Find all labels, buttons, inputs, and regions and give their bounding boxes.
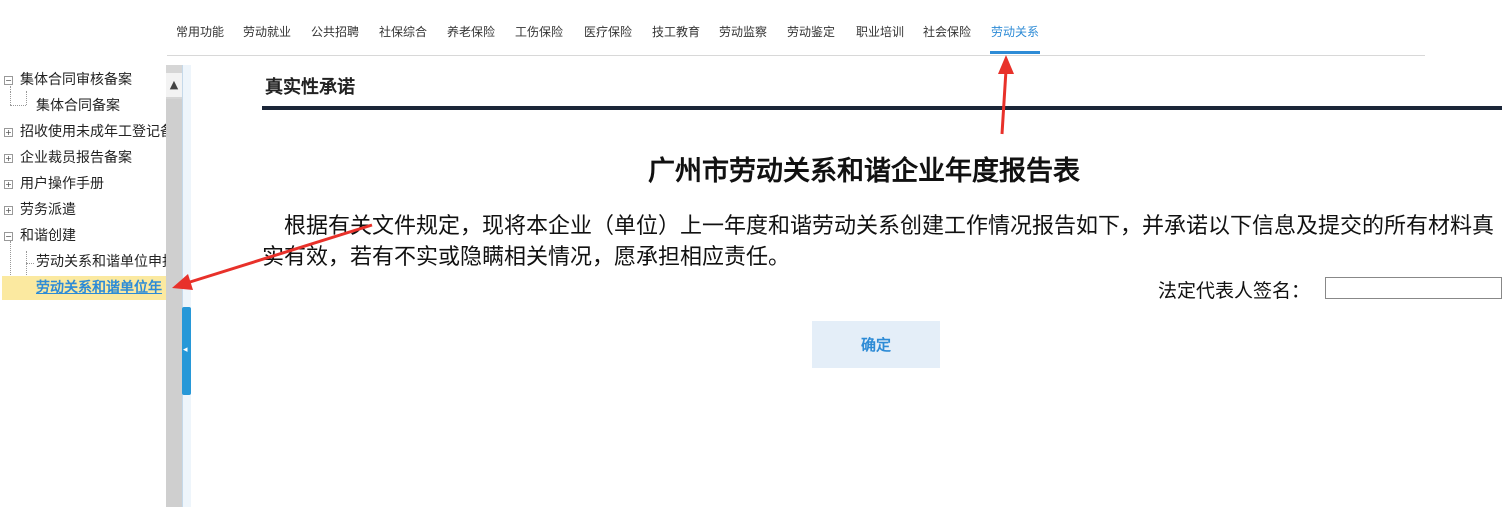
sidebar-tree: − 集体合同审核备案 集体合同备案 + 招收使用未成年工登记备 + 企业裁员报告… (0, 65, 166, 507)
nav-item-work-injury[interactable]: 工伤保险 (515, 22, 563, 42)
scroll-up-arrow-icon[interactable]: ▲ (166, 73, 182, 97)
tree-node-label: 劳务派遣 (20, 202, 76, 218)
tree-node-label: 劳动关系和谐单位年 (36, 280, 162, 296)
collapse-sidebar-handle[interactable]: ◂ (182, 307, 191, 395)
tree-node-label: 集体合同备案 (36, 98, 120, 114)
nav-item-medical[interactable]: 医疗保险 (584, 22, 632, 42)
tree-node-harmony-unit-annual[interactable]: 劳动关系和谐单位年 (36, 276, 162, 300)
confirm-button[interactable]: 确定 (812, 321, 940, 368)
tree-node-label: 用户操作手册 (20, 176, 104, 192)
nav-item-social-insurance[interactable]: 社会保险 (923, 22, 971, 42)
collapse-toggle-icon[interactable]: − (4, 76, 13, 85)
tree-node-harmony-unit-application[interactable]: 劳动关系和谐单位申报 (36, 250, 166, 274)
signature-input[interactable] (1325, 277, 1502, 299)
scroll-thumb[interactable] (166, 99, 182, 507)
nav-item-social-security[interactable]: 社保综合 (379, 22, 427, 42)
signature-label: 法定代表人签名： (1158, 280, 1311, 302)
expand-toggle-icon[interactable]: + (4, 128, 13, 137)
panel-splitter[interactable] (182, 65, 191, 507)
expand-toggle-icon[interactable]: + (4, 180, 13, 189)
nav-item-technical-education[interactable]: 技工教育 (652, 22, 700, 42)
tree-connector (10, 105, 26, 106)
tree-node-collective-contract-filing[interactable]: 集体合同备案 (36, 94, 120, 118)
annotation-arrow-up (998, 55, 1014, 135)
collapse-toggle-icon[interactable]: − (4, 232, 13, 241)
nav-divider (167, 55, 1425, 56)
tree-node-label: 招收使用未成年工登记备 (20, 124, 166, 140)
nav-item-labor-appraisal[interactable]: 劳动鉴定 (787, 22, 835, 42)
tree-connector (10, 91, 11, 105)
expand-toggle-icon[interactable]: + (4, 154, 13, 163)
tree-connector (26, 91, 27, 105)
tree-node-label: 企业裁员报告备案 (20, 150, 132, 166)
top-nav: 常用功能 劳动就业 公共招聘 社保综合 养老保险 工伤保险 医疗保险 技工教育 … (0, 0, 1502, 56)
nav-item-labor-relations[interactable]: 劳动关系 (991, 22, 1039, 42)
nav-item-common[interactable]: 常用功能 (176, 22, 224, 42)
commitment-text: 根据有关文件规定，现将本企业（单位）上一年度和谐劳动关系创建工作情况报告如下，并… (262, 214, 1495, 270)
section-title: 真实性承诺 (265, 77, 355, 98)
report-title: 广州市劳动关系和谐企业年度报告表 (648, 156, 1080, 187)
expand-toggle-icon[interactable]: + (4, 206, 13, 215)
tree-node-label: 和谐创建 (20, 228, 76, 244)
nav-item-vocational-training[interactable]: 职业培训 (856, 22, 904, 42)
tree-node-label: 集体合同审核备案 (20, 72, 132, 88)
tree-connector (26, 263, 34, 264)
nav-item-pension[interactable]: 养老保险 (447, 22, 495, 42)
active-tab-indicator (990, 51, 1040, 54)
section-divider (262, 106, 1502, 110)
collapse-left-icon: ◂ (183, 345, 188, 355)
tree-node-label: 劳动关系和谐单位申报 (36, 254, 166, 270)
sidebar-scrollbar[interactable]: ▲ (166, 65, 182, 507)
nav-item-employment[interactable]: 劳动就业 (243, 22, 291, 42)
nav-item-labor-inspection[interactable]: 劳动监察 (719, 22, 767, 42)
tree-connector (10, 86, 11, 90)
nav-item-recruitment[interactable]: 公共招聘 (311, 22, 359, 42)
